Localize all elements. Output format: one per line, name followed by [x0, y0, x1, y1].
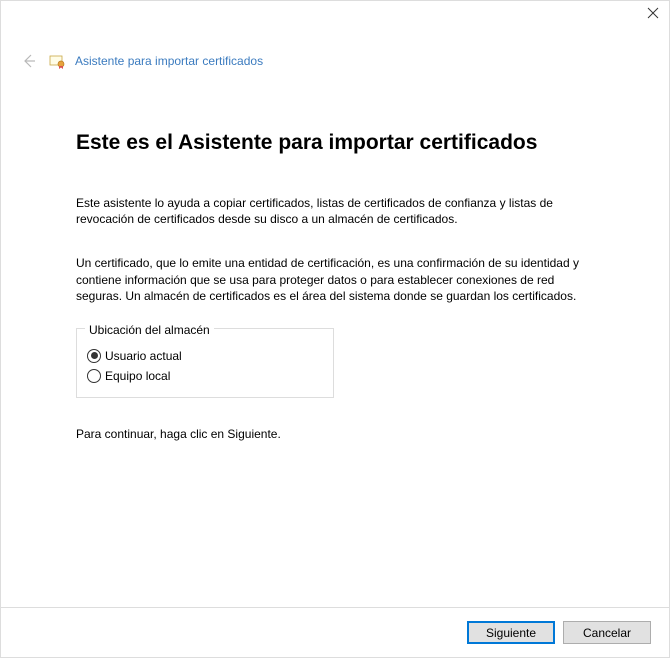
- radio-icon: [87, 349, 101, 363]
- page-heading: Este es el Asistente para importar certi…: [76, 131, 594, 155]
- radio-current-user[interactable]: Usuario actual: [87, 349, 323, 363]
- fieldset-legend: Ubicación del almacén: [85, 323, 214, 337]
- radio-label: Equipo local: [105, 369, 170, 383]
- intro-paragraph-2: Un certificado, que lo emite una entidad…: [76, 255, 594, 304]
- next-button[interactable]: Siguiente: [467, 621, 555, 644]
- radio-label: Usuario actual: [105, 349, 182, 363]
- radio-icon: [87, 369, 101, 383]
- wizard-footer: Siguiente Cancelar: [1, 607, 669, 657]
- wizard-header: Asistente para importar certificados: [1, 31, 669, 71]
- continue-hint: Para continuar, haga clic en Siguiente.: [76, 426, 594, 442]
- cancel-button[interactable]: Cancelar: [563, 621, 651, 644]
- titlebar: [1, 1, 669, 31]
- wizard-title: Asistente para importar certificados: [75, 54, 263, 68]
- wizard-content: Este es el Asistente para importar certi…: [1, 71, 669, 442]
- intro-paragraph-1: Este asistente lo ayuda a copiar certifi…: [76, 195, 594, 227]
- close-icon[interactable]: [647, 7, 659, 19]
- back-arrow-icon[interactable]: [19, 51, 39, 71]
- store-location-fieldset: Ubicación del almacén Usuario actual Equ…: [76, 328, 334, 398]
- certificate-icon: [49, 53, 65, 69]
- radio-local-machine[interactable]: Equipo local: [87, 369, 323, 383]
